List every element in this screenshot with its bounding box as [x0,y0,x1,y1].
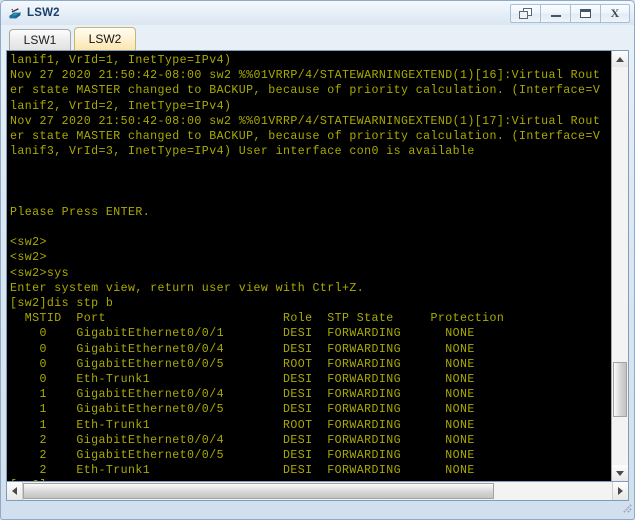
bottom-padding [1,515,634,519]
terminal-area: lanif1, VrId=1, InetType=IPv4) Nov 27 202… [6,50,629,482]
horizontal-scroll-thumb[interactable] [23,483,495,499]
terminal-line: Nov 27 2020 21:50:42-08:00 sw2 %%01VRRP/… [10,69,601,83]
terminal-line: 0 GigabitEthernet0/0/4 DESI FORWARDING N… [10,342,475,356]
terminal-line: 0 Eth-Trunk1 DESI FORWARDING NONE [10,372,475,386]
maximize-icon [580,8,591,18]
terminal-line: er state MASTER changed to BACKUP, becau… [10,84,601,98]
terminal-line: Enter system view, return user view with… [10,281,365,295]
terminal-line: 2 GigabitEthernet0/0/5 DESI FORWARDING N… [10,448,475,462]
terminal-line: 1 GigabitEthernet0/0/4 DESI FORWARDING N… [10,388,475,402]
terminal-line: lanif3, VrId=3, InetType=IPv4) User inte… [10,145,475,159]
terminal-line: <sw2>sys [10,266,70,280]
terminal-line: 2 Eth-Trunk1 DESI FORWARDING NONE [10,464,475,478]
tab-strip: LSW1 LSW2 [1,25,634,50]
scroll-right-button[interactable] [612,482,628,500]
horizontal-scrollbar[interactable] [6,482,629,501]
terminal-line: 1 GigabitEthernet0/0/5 DESI FORWARDING N… [10,403,475,417]
terminal-line: Please Press ENTER. [10,205,151,219]
tab-lsw2[interactable]: LSW2 [74,27,136,50]
chevron-down-icon [616,470,624,476]
title-bar[interactable]: LSW2 X [1,1,634,25]
terminal-line: Nov 27 2020 21:50:42-08:00 sw2 %%01VRRP/… [10,114,601,128]
terminal-line: lanif1, VrId=1, InetType=IPv4) [10,54,232,67]
window-title: LSW2 [27,7,60,19]
terminal-window: LSW2 X LSW1 LSW2 lanif1, VrId=1, InetTyp… [0,0,635,520]
terminal-line: 0 GigabitEthernet0/0/1 DESI FORWARDING N… [10,327,475,341]
terminal-line: [sw2]dis stp b [10,297,114,310]
chevron-left-icon [12,487,17,495]
terminal-line: er state MASTER changed to BACKUP, becau… [10,129,601,143]
minimize-icon [550,10,561,17]
scroll-left-button[interactable] [7,482,23,500]
maximize-button[interactable] [570,3,600,23]
terminal-line: <sw2> [10,236,47,250]
terminal-line: [sw2] [10,478,611,481]
horizontal-scroll-track[interactable] [23,482,612,500]
chevron-up-icon [616,56,624,62]
scroll-down-button[interactable] [612,465,628,481]
tab-lsw1[interactable]: LSW1 [9,29,71,50]
terminal-line: 2 GigabitEthernet0/0/4 DESI FORWARDING N… [10,433,475,447]
restore-button[interactable] [510,3,540,23]
vertical-scroll-track[interactable] [612,67,628,465]
terminal-line: 1 Eth-Trunk1 ROOT FORWARDING NONE [10,418,475,432]
terminal-output[interactable]: lanif1, VrId=1, InetType=IPv4) Nov 27 202… [7,51,611,481]
scroll-up-button[interactable] [612,51,628,67]
vertical-scrollbar[interactable] [611,51,628,481]
vertical-scroll-thumb[interactable] [613,361,627,418]
window-controls: X [510,3,630,23]
terminal-line: 0 GigabitEthernet0/0/5 ROOT FORWARDING N… [10,357,475,371]
cascade-icon [519,7,532,19]
resize-grip[interactable] [1,501,634,515]
terminal-line: <sw2> [10,251,47,265]
terminal-line: lanif2, VrId=2, InetType=IPv4) [10,99,232,113]
switch-icon [7,5,23,21]
terminal-line: MSTID Port Role STP State Protection [10,312,505,326]
minimize-button[interactable] [540,3,570,23]
close-icon: X [610,6,620,20]
close-button[interactable]: X [600,3,630,23]
chevron-right-icon [618,487,623,495]
